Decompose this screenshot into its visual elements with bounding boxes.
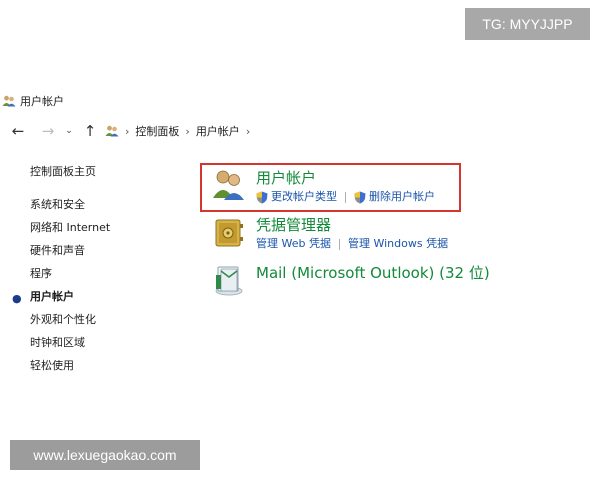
sidebar: 控制面板主页 系统和安全 网络和 Internet 硬件和声音 程序 ● 用户帐… [12, 164, 180, 381]
breadcrumb-control-panel[interactable]: 控制面板 [135, 123, 179, 139]
active-bullet-icon: ● [12, 292, 22, 305]
sidebar-item-ease-of-access[interactable]: 轻松使用 [30, 358, 180, 381]
sidebar-item-user-accounts[interactable]: ● 用户帐户 [12, 289, 180, 312]
address-bar: ← → ⌄ ↑ › 控制面板 › 用户帐户 › [0, 118, 600, 144]
category-title[interactable]: 用户帐户 [256, 168, 435, 188]
category-links: 更改帐户类型 删除用户帐户 [256, 189, 435, 205]
sidebar-item-label: 用户帐户 [30, 290, 74, 303]
sidebar-home-link[interactable]: 控制面板主页 [30, 164, 180, 187]
category-title[interactable]: Mail (Microsoft Outlook) (32 位) [256, 263, 490, 283]
chevron-down-icon: ⌄ [65, 126, 73, 136]
link-label: 删除用户帐户 [369, 190, 435, 203]
back-button[interactable]: ← [8, 121, 28, 141]
window-title: 用户帐户 [20, 95, 64, 108]
arrow-right-icon: → [41, 122, 55, 140]
chevron-right-icon: › [125, 124, 130, 138]
up-button[interactable]: ↑ [80, 121, 100, 141]
sidebar-item-programs[interactable]: 程序 [30, 266, 180, 289]
breadcrumb-user-accounts[interactable]: 用户帐户 [196, 123, 240, 139]
mail-icon [215, 266, 243, 296]
uac-shield-icon [354, 191, 366, 203]
tg-badge: TG: MYYJJPP [465, 8, 590, 40]
sidebar-item-appearance[interactable]: 外观和个性化 [30, 312, 180, 335]
sidebar-item-network[interactable]: 网络和 Internet [30, 220, 180, 243]
manage-web-credentials-link[interactable]: 管理 Web 凭据 [256, 236, 331, 252]
category-links: 管理 Web 凭据 管理 Windows 凭据 [256, 236, 448, 252]
arrow-up-icon: ↑ [83, 122, 97, 140]
category-user-accounts: 用户帐户 更改帐户类型 删除用户帐户 [212, 168, 435, 205]
category-title[interactable]: 凭据管理器 [256, 215, 448, 235]
users-icon [2, 95, 16, 107]
category-mail: Mail (Microsoft Outlook) (32 位) [212, 263, 490, 297]
category-credential-manager: 凭据管理器 管理 Web 凭据 管理 Windows 凭据 [212, 215, 448, 252]
users-icon [213, 170, 244, 200]
sidebar-item-hardware-sound[interactable]: 硬件和声音 [30, 243, 180, 266]
change-account-type-link[interactable]: 更改帐户类型 [256, 189, 337, 205]
chevron-right-icon: › [185, 124, 190, 138]
manage-windows-credentials-link[interactable]: 管理 Windows 凭据 [348, 236, 448, 252]
forward-button[interactable]: → [38, 121, 58, 141]
control-panel-icon [105, 125, 119, 137]
address-path[interactable]: › 控制面板 › 用户帐户 › [102, 120, 598, 142]
sidebar-item-clock-region[interactable]: 时钟和区域 [30, 335, 180, 358]
arrow-left-icon: ← [11, 122, 25, 140]
vault-icon [215, 219, 243, 247]
watermark: www.lexuegaokao.com [10, 440, 200, 470]
sidebar-item-system-security[interactable]: 系统和安全 [30, 197, 180, 220]
link-divider [338, 238, 340, 250]
delete-user-account-link[interactable]: 删除用户帐户 [354, 189, 435, 205]
uac-shield-icon [256, 191, 268, 203]
link-divider [345, 191, 346, 203]
window-titlebar: 用户帐户 [2, 92, 64, 110]
chevron-right-icon[interactable]: › [246, 125, 250, 138]
link-label: 更改帐户类型 [271, 190, 337, 203]
recent-locations-button[interactable]: ⌄ [62, 121, 76, 141]
